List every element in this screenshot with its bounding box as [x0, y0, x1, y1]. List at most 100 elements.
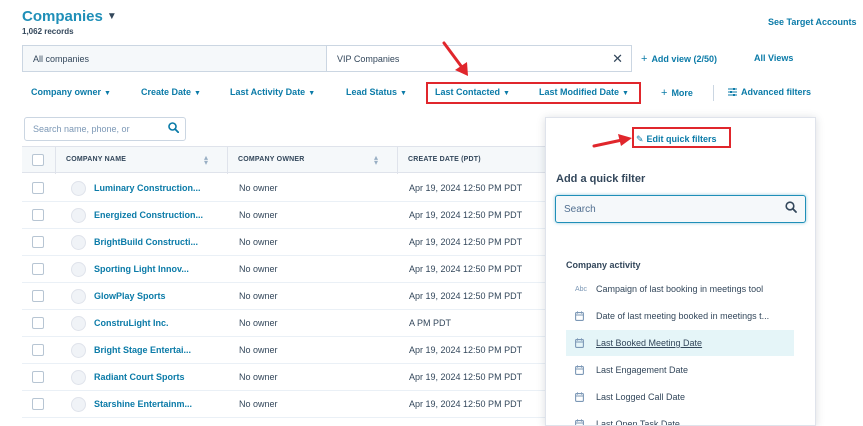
- quick-filter-search-box[interactable]: [555, 195, 806, 223]
- column-header-company-name[interactable]: COMPANY NAME: [66, 156, 126, 163]
- table-header: COMPANY NAME ▴ ▾ COMPANY OWNER ▴ ▾ CREATE …: [22, 146, 547, 174]
- create-date-cell: Apr 19, 2024 12:50 PM PDT: [409, 210, 523, 220]
- row-checkbox[interactable]: [32, 236, 44, 248]
- plus-icon: +: [641, 53, 648, 65]
- quick-filter-option[interactable]: Last Logged Call Date: [566, 384, 794, 410]
- column-header-create-date[interactable]: CREATE DATE (PDT): [408, 156, 481, 163]
- calendar-icon: [575, 419, 584, 425]
- row-checkbox[interactable]: [32, 182, 44, 194]
- quick-filter-option[interactable]: Last Open Task Date: [566, 411, 794, 426]
- company-owner-cell: No owner: [239, 237, 278, 247]
- company-name-link[interactable]: Luminary Construction...: [94, 183, 201, 193]
- option-label: Last Booked Meeting Date: [596, 338, 703, 348]
- company-logo-icon: [71, 316, 86, 331]
- option-icon-wrap: [566, 419, 586, 425]
- column-header-company-owner[interactable]: COMPANY OWNER: [238, 156, 305, 163]
- table-row[interactable]: ConstruLight Inc. No owner A PM PDT: [22, 310, 547, 337]
- caret-down-icon: ▼: [194, 90, 201, 97]
- highlight-box: [426, 82, 641, 104]
- quick-filter-option[interactable]: Abc Campaign of last booking in meetings …: [566, 276, 794, 302]
- create-date-cell: Apr 19, 2024 12:50 PM PDT: [409, 372, 523, 382]
- option-icon-wrap: [566, 311, 586, 321]
- company-name-link[interactable]: Starshine Entertainm...: [94, 399, 192, 409]
- table-row[interactable]: Radiant Court Sports No owner Apr 19, 2024…: [22, 364, 547, 391]
- row-checkbox[interactable]: [32, 290, 44, 302]
- search-icon[interactable]: [785, 200, 797, 218]
- row-checkbox[interactable]: [32, 317, 44, 329]
- company-owner-cell: No owner: [239, 183, 278, 193]
- table-row[interactable]: Luminary Construction... No owner Apr 19, …: [22, 175, 547, 202]
- add-view-button[interactable]: + Add view (2/50): [641, 53, 717, 65]
- advanced-filters-button[interactable]: Advanced filters: [728, 87, 811, 98]
- company-owner-cell: No owner: [239, 372, 278, 382]
- section-heading: Company activity: [566, 260, 641, 270]
- page-title-text: Companies: [22, 8, 103, 25]
- table-row[interactable]: GlowPlay Sports No owner Apr 19, 2024 12:5…: [22, 283, 547, 310]
- column-divider: [227, 147, 228, 174]
- table-search-box[interactable]: [24, 117, 186, 141]
- company-name-link[interactable]: BrightBuild Constructi...: [94, 237, 198, 247]
- row-checkbox[interactable]: [32, 371, 44, 383]
- tab-all-companies[interactable]: All companies: [22, 45, 326, 72]
- highlight-box: [632, 127, 731, 148]
- option-label: Last Open Task Date: [596, 419, 680, 426]
- create-date-cell: A PM PDT: [409, 318, 452, 328]
- calendar-icon: [575, 338, 584, 348]
- column-divider: [397, 147, 398, 174]
- arrow-annotation: [592, 134, 632, 148]
- page-title[interactable]: Companies ▼: [22, 8, 117, 25]
- table-row[interactable]: Energized Construction... No owner Apr 19,…: [22, 202, 547, 229]
- filter-lead-status[interactable]: Lead Status ▼: [346, 87, 407, 97]
- caret-down-icon: ▼: [104, 90, 111, 97]
- company-owner-cell: No owner: [239, 345, 278, 355]
- table-row[interactable]: BrightBuild Constructi... No owner Apr 19,…: [22, 229, 547, 256]
- quick-filter-option[interactable]: Last Booked Meeting Date: [566, 330, 794, 356]
- all-views-link[interactable]: All Views: [754, 53, 793, 63]
- table-row[interactable]: Bright Stage Entertai... No owner Apr 19, …: [22, 337, 547, 364]
- create-date-cell: Apr 19, 2024 12:50 PM PDT: [409, 291, 523, 301]
- row-checkbox[interactable]: [32, 398, 44, 410]
- sliders-icon: [728, 87, 737, 98]
- company-owner-cell: No owner: [239, 318, 278, 328]
- sort-icon[interactable]: ▴ ▾: [204, 154, 208, 167]
- search-icon[interactable]: [168, 120, 180, 138]
- filter-company-owner[interactable]: Company owner ▼: [31, 87, 111, 97]
- row-checkbox[interactable]: [32, 209, 44, 221]
- plus-icon: +: [661, 87, 668, 99]
- quick-filter-option[interactable]: Last Engagement Date: [566, 357, 794, 383]
- filter-create-date[interactable]: Create Date ▼: [141, 87, 201, 97]
- row-checkbox[interactable]: [32, 263, 44, 275]
- company-name-link[interactable]: ConstruLight Inc.: [94, 318, 169, 328]
- option-icon-wrap: Abc: [566, 285, 588, 293]
- company-owner-cell: No owner: [239, 264, 278, 274]
- tab-vip-companies[interactable]: VIP Companies ✕: [326, 45, 632, 72]
- more-filters-button[interactable]: + More: [661, 87, 693, 99]
- abc-text-icon: Abc: [575, 285, 588, 293]
- quick-filter-search-input[interactable]: [564, 203, 774, 215]
- company-name-link[interactable]: Bright Stage Entertai...: [94, 345, 191, 355]
- table-search-input[interactable]: [33, 124, 161, 134]
- close-icon[interactable]: ✕: [612, 51, 623, 67]
- table-row[interactable]: Starshine Entertainm... No owner Apr 19, 2…: [22, 391, 547, 418]
- option-label: Last Logged Call Date: [596, 392, 686, 402]
- company-name-link[interactable]: Energized Construction...: [94, 210, 203, 220]
- select-all-checkbox[interactable]: [32, 154, 44, 166]
- company-logo-icon: [71, 343, 86, 358]
- see-target-accounts-link[interactable]: See Target Accounts: [768, 17, 857, 27]
- company-owner-cell: No owner: [239, 210, 278, 220]
- row-checkbox[interactable]: [32, 344, 44, 356]
- company-name-link[interactable]: GlowPlay Sports: [94, 291, 166, 301]
- quick-filter-option[interactable]: Date of last meeting booked in meetings …: [566, 303, 794, 329]
- company-name-link[interactable]: Radiant Court Sports: [94, 372, 185, 382]
- filter-last-activity-date[interactable]: Last Activity Date ▼: [230, 87, 315, 97]
- table-row[interactable]: Sporting Light Innov... No owner Apr 19, 2…: [22, 256, 547, 283]
- company-logo-icon: [71, 262, 86, 277]
- caret-down-icon: ▼: [400, 90, 407, 97]
- panel-title: Add a quick filter: [556, 173, 646, 185]
- sort-icon[interactable]: ▴ ▾: [374, 154, 378, 167]
- add-view-label: Add view (2/50): [651, 54, 717, 64]
- arrow-annotation: [442, 41, 468, 76]
- more-label: More: [671, 88, 693, 98]
- calendar-icon: [575, 365, 584, 375]
- company-name-link[interactable]: Sporting Light Innov...: [94, 264, 189, 274]
